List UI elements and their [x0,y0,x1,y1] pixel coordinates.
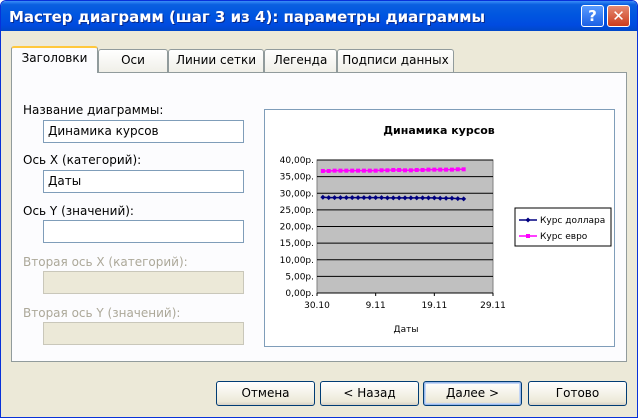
data-point [361,168,366,173]
x-axis-ticks: 30.10 9.11 19.11 29.11 [304,293,506,311]
data-point [326,168,331,173]
tab-titles[interactable]: Заголовки [11,46,98,73]
y-tick-label: 25,00р. [280,206,314,216]
close-button[interactable]: ✕ [607,5,630,27]
data-point [367,168,372,173]
data-point [397,167,402,172]
data-point [338,168,343,173]
chart-legend: Курс доллара Курс евро [514,207,612,247]
data-point [455,167,460,172]
y-axis-label: Ось Y (значений): [23,204,134,218]
chart-svg: Динамика курсов 0,00р. 5,00р. 10,00р. 15,00… [280,124,612,335]
secondary-x-axis-field [43,271,244,294]
legend-label: Курс доллара [540,216,605,226]
y-axis-field[interactable] [43,220,244,243]
chart-wizard-dialog: Мастер диаграмм (шаг 3 из 4): параметры … [0,0,638,418]
secondary-y-axis-label: Вторая ось Y (значений): [23,306,181,320]
legend-marker [526,234,530,238]
data-point [449,167,454,172]
data-point [332,168,337,173]
back-button[interactable]: < Назад [320,381,419,406]
chart-preview: Динамика курсов 0,00р. 5,00р. 10,00р. 15,00… [264,109,615,347]
y-tick-label: 10,00р. [280,256,314,266]
next-button[interactable]: Далее > [423,381,522,406]
data-point [414,167,419,172]
data-point [432,167,437,172]
data-point [426,167,431,172]
y-tick-label: 5,00р. [285,272,314,282]
help-button[interactable]: ? [581,5,604,27]
data-point [379,168,384,173]
tab-legend[interactable]: Легенда [264,49,337,72]
data-point [320,168,325,173]
tab-data-labels[interactable]: Подписи данных [337,49,454,72]
y-tick-label: 40,00р. [280,156,314,166]
y-tick-label: 35,00р. [280,173,314,183]
x-tick-label: 19.11 [421,301,447,311]
data-point [403,168,407,173]
x-axis-field[interactable]: Даты [43,170,244,193]
tab-axes[interactable]: Оси [98,49,168,72]
legend-label: Курс евро [540,232,588,242]
data-point [385,168,390,173]
data-point [391,167,396,172]
data-point [373,168,378,173]
data-point [350,168,355,173]
window-title: Мастер диаграмм (шаг 3 из 4): параметры … [9,8,486,26]
data-point [408,168,413,173]
y-tick-label: 20,00р. [280,223,314,233]
y-tick-label: 0,00р. [285,289,314,299]
title-bar: Мастер диаграмм (шаг 3 из 4): параметры … [1,1,637,31]
x-axis-label: Ось X (категорий): [23,153,142,167]
chart-title-label: Название диаграммы: [23,103,164,117]
x-axis-title: Даты [394,325,419,335]
data-point [420,167,425,172]
data-point [356,168,361,173]
y-axis-ticks: 0,00р. 5,00р. 10,00р. 15,00р. 20,00р. 25,00р.… [280,156,314,299]
tab-gridlines[interactable]: Линии сетки [168,49,264,72]
y-tick-label: 15,00р. [280,239,314,249]
x-tick-label: 29.11 [480,301,506,311]
chart-title-field[interactable]: Динамика курсов [43,120,244,143]
data-point [461,167,466,172]
data-point [444,167,449,172]
chart-title: Динамика курсов [383,124,495,137]
data-point [438,167,443,172]
data-point [344,168,349,173]
cancel-button[interactable]: Отмена [216,381,315,406]
x-tick-label: 30.10 [304,301,330,311]
finish-button[interactable]: Готово [528,381,627,406]
y-tick-label: 30,00р. [280,189,314,199]
x-tick-label: 9.11 [366,301,386,311]
secondary-y-axis-field [43,322,244,345]
secondary-x-axis-label: Вторая ось X (категорий): [23,255,188,269]
